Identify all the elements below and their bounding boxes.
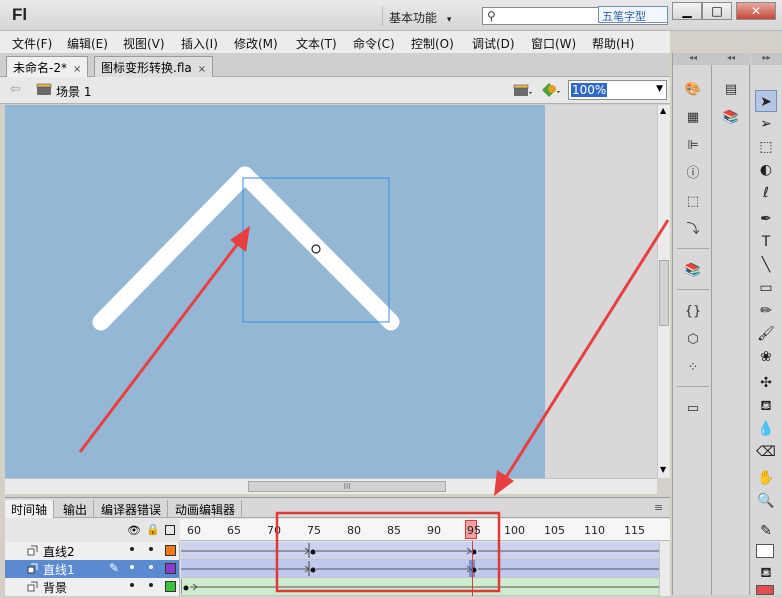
rectangle-tool-icon[interactable]: ▭ (755, 277, 777, 299)
collapse-bar[interactable]: ◂◂ (673, 53, 713, 65)
tools-panel: ▸▸ ➤ ➢ ⬚ ◐ ℓ ✒ T ╲ ▭ ✏ 🖌 ❀ ✣ ⛾ 💧 ⌫ ✋ 🔍 ✎… (751, 53, 782, 595)
bone-tool-icon[interactable]: ✣ (755, 372, 777, 394)
properties-icon[interactable]: ▤ (720, 80, 742, 100)
collapse-bar[interactable]: ▸▸ (751, 53, 782, 65)
transform-icon[interactable]: ⬚ (682, 192, 704, 212)
text-tool-icon[interactable]: T (755, 231, 777, 253)
deco-tool-icon[interactable]: ❀ (755, 346, 777, 368)
pencil-tool-icon[interactable]: ✏ (755, 300, 777, 322)
movie-explorer-icon[interactable]: ⁘ (682, 358, 704, 378)
pen-tool-icon[interactable]: ✒ (755, 208, 777, 230)
components-icon[interactable]: ⬡ (682, 330, 704, 350)
hand-tool-icon[interactable]: ✋ (755, 467, 777, 489)
subselection-tool-icon[interactable]: ➢ (755, 113, 777, 135)
annotation-arrow-right (494, 219, 670, 496)
lasso-tool-icon[interactable]: ℓ (755, 182, 777, 204)
stroke-color-swatch[interactable] (756, 544, 774, 558)
panel-dock-2: ◂◂ ▤ 📚 (712, 53, 750, 595)
brush-tool-icon[interactable]: 🖌 (755, 323, 777, 345)
highlight-box (275, 511, 501, 593)
info-icon[interactable]: ⓘ (682, 164, 704, 184)
3d-rotation-tool-icon[interactable]: ◐ (755, 159, 777, 181)
annotation-arrow-left (78, 226, 250, 453)
panel-dock-1: ◂◂ 🎨 ▦ ⊫ ⓘ ⬚ ⤵ 📚 {} ⬡ ⁘ ▭ (672, 53, 713, 595)
fill-color-swatch[interactable] (756, 585, 774, 595)
separator (677, 289, 709, 290)
library-panel-icon[interactable]: 📚 (720, 108, 742, 128)
paint-bucket-tool-icon[interactable]: ⛾ (755, 395, 777, 417)
library-icon[interactable]: 📚 (682, 261, 704, 281)
swatches-icon[interactable]: ▦ (682, 108, 704, 128)
color-palette-icon[interactable]: 🎨 (682, 80, 704, 100)
actions-icon[interactable]: {} (682, 302, 704, 322)
eyedropper-tool-icon[interactable]: 💧 (755, 418, 777, 440)
align-icon[interactable]: ⊫ (682, 136, 704, 156)
separator (677, 386, 709, 387)
free-transform-tool-icon[interactable]: ⬚ (755, 136, 777, 158)
separator (677, 248, 709, 249)
zoom-tool-icon[interactable]: 🔍 (755, 490, 777, 512)
stroke-color-icon[interactable]: ✎ (755, 520, 777, 542)
fill-color-icon[interactable]: ⛾ (755, 562, 777, 584)
annotation-overlay (78, 219, 670, 593)
collapse-bar[interactable]: ◂◂ (712, 53, 750, 65)
project-icon[interactable]: ▭ (682, 399, 704, 419)
motion-presets-icon[interactable]: ⤵ (682, 220, 704, 240)
line-tool-icon[interactable]: ╲ (755, 254, 777, 276)
selection-tool-icon[interactable]: ➤ (755, 90, 777, 112)
eraser-tool-icon[interactable]: ⌫ (755, 441, 777, 463)
